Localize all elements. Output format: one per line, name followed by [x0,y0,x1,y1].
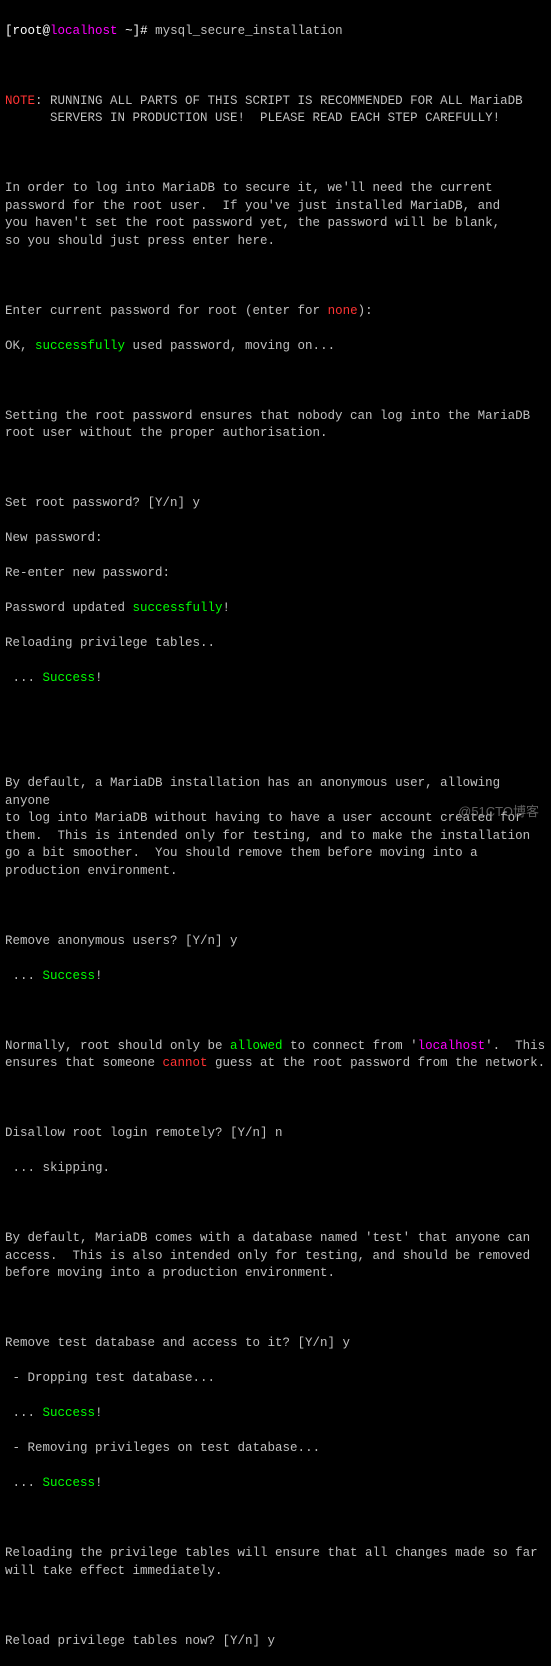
ok-line: OK, successfully used password, moving o… [5,338,546,356]
disallow-prompt: Disallow root login remotely? [Y/n] n [5,1125,546,1143]
prompt-line[interactable]: [root@localhost ~]# mysql_secure_install… [5,23,546,41]
password-updated-line: Password updated successfully! [5,600,546,618]
reload-text: Reloading the privilege tables will ensu… [5,1545,546,1580]
testdb-text: By default, MariaDB comes with a databas… [5,1230,546,1283]
success-line: ... Success! [5,1405,546,1423]
normally-text: Normally, root should only be allowed to… [5,1038,546,1073]
reload-prompt: Reload privilege tables now? [Y/n] y [5,1633,546,1651]
watermark: @51CTO博客 [458,803,539,821]
new-password-prompt: New password: [5,530,546,548]
reloading-text: Reloading privilege tables.. [5,635,546,653]
dropping-text: - Dropping test database... [5,1370,546,1388]
reenter-password-prompt: Re-enter new password: [5,565,546,583]
remove-test-prompt: Remove test database and access to it? [… [5,1335,546,1353]
intro-text: In order to log into MariaDB to secure i… [5,180,546,250]
set-root-prompt: Set root password? [Y/n] y [5,495,546,513]
removing-priv-text: - Removing privileges on test database..… [5,1440,546,1458]
anon-text: By default, a MariaDB installation has a… [5,775,546,880]
remove-anon-prompt: Remove anonymous users? [Y/n] y [5,933,546,951]
setting-root-text: Setting the root password ensures that n… [5,408,546,443]
skipping-text: ... skipping. [5,1160,546,1178]
terminal-output: [root@localhost ~]# mysql_secure_install… [5,5,546,1666]
success-line: ... Success! [5,1475,546,1493]
success-line: ... Success! [5,968,546,986]
success-line: ... Success! [5,670,546,688]
note-line: NOTE: RUNNING ALL PARTS OF THIS SCRIPT I… [5,93,546,128]
enter-password-line: Enter current password for root (enter f… [5,303,546,321]
